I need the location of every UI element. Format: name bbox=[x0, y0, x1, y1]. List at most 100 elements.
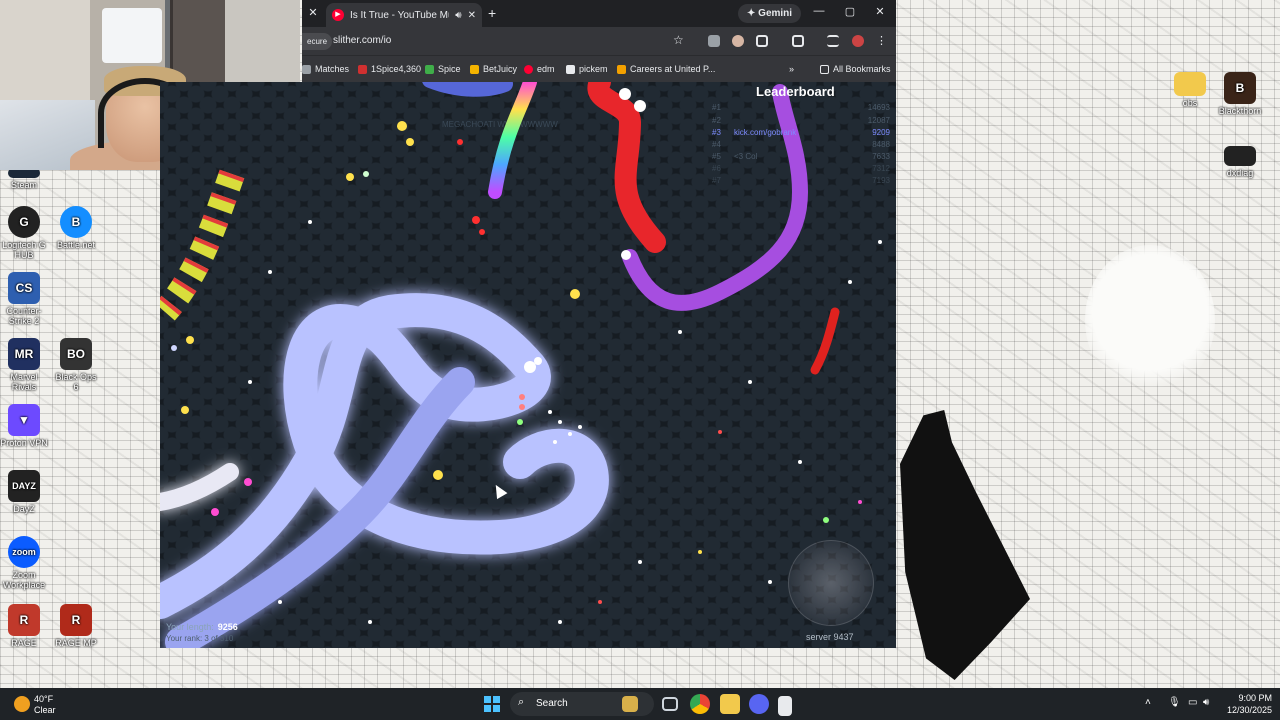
bookmark-pickem[interactable]: pickem bbox=[566, 64, 608, 74]
bookmark-label: 1Spice4,360 bbox=[371, 64, 422, 74]
gemini-button[interactable]: ✦ Gemini bbox=[738, 4, 802, 23]
dxdiag-icon bbox=[1224, 146, 1256, 166]
volume-icon[interactable]: 🔊︎ bbox=[1203, 697, 1209, 708]
clock-time[interactable]: 9:00 PM bbox=[1216, 693, 1272, 703]
desktop-icon-steam[interactable]: Steam bbox=[0, 168, 48, 190]
folder-icon bbox=[1174, 72, 1206, 96]
weather-temperature[interactable]: 40°F bbox=[34, 694, 53, 704]
bookmark-matches[interactable]: Matches bbox=[302, 64, 349, 74]
black-ops-icon: BO bbox=[60, 338, 92, 370]
bookmark-spice[interactable]: Spice bbox=[425, 64, 461, 74]
desktop-icon-label: DayZ bbox=[13, 504, 35, 514]
windows-start-icon[interactable] bbox=[484, 696, 500, 712]
bookmarks-overflow-chevron-icon[interactable]: » bbox=[789, 64, 794, 74]
taskbar-search[interactable]: ⌕ Search bbox=[510, 692, 654, 716]
puzzle-icon[interactable] bbox=[756, 35, 768, 47]
weather-moon-icon[interactable] bbox=[14, 696, 30, 712]
leaderboard-rank: #2 bbox=[712, 116, 721, 125]
bookmark-careers[interactable]: Careers at United P... bbox=[617, 64, 715, 74]
speaker-icon[interactable]: 🔊︎ bbox=[455, 10, 461, 21]
maximize-button[interactable]: ▢ bbox=[842, 5, 858, 18]
leaderboard-rank: #4 bbox=[712, 140, 721, 149]
bookmark-icon bbox=[566, 64, 575, 74]
new-tab-button[interactable]: + bbox=[488, 5, 496, 21]
all-bookmarks-button[interactable]: All Bookmarks bbox=[820, 64, 891, 74]
tab-close-icon[interactable]: ✕ bbox=[468, 10, 476, 21]
bookmark-edm[interactable]: edm bbox=[524, 64, 555, 74]
tab-youtube-music[interactable]: ▶ Is It True - YouTube Music 🔊︎ ✕ bbox=[326, 3, 482, 27]
dayz-icon: DAYZ bbox=[8, 470, 40, 502]
network-icon[interactable]: ▭ bbox=[1188, 697, 1197, 708]
small-red-snake bbox=[810, 307, 840, 375]
battlenet-icon: B bbox=[60, 206, 92, 238]
search-highlight-icon bbox=[622, 696, 638, 712]
minimap bbox=[788, 540, 874, 626]
desktop-icon-marvel-rivals[interactable]: MR Marvel Rivals bbox=[0, 338, 48, 392]
desktop-icon-proton-vpn[interactable]: ▼ Proton VPN bbox=[0, 404, 48, 448]
desktop-icon-rage[interactable]: R RAGE bbox=[0, 604, 48, 648]
desktop-icon-label: dxdiag bbox=[1226, 168, 1254, 178]
slither-game-canvas[interactable]: MEGACHOATI WWWWWWWW Leaderboard #1 14693… bbox=[160, 82, 896, 648]
blue-snake bbox=[422, 82, 513, 97]
leaderboard-score: 7193 bbox=[872, 176, 890, 185]
desktop-icon-logitech[interactable]: G Logitech G HUB bbox=[0, 206, 48, 260]
bookmark-icon bbox=[470, 64, 479, 74]
profile-avatar[interactable] bbox=[852, 35, 864, 47]
leaderboard-score: 9209 bbox=[872, 128, 890, 137]
chrome-icon[interactable] bbox=[690, 694, 710, 714]
weather-condition[interactable]: Clear bbox=[34, 705, 56, 715]
leaderboard-score: 12087 bbox=[867, 116, 890, 125]
bookmark-icon bbox=[425, 64, 434, 74]
player-snake bbox=[160, 293, 609, 648]
desktop-icon-zoom[interactable]: zoom Zoom Workplace bbox=[0, 536, 48, 590]
desktop-icon-black-ops[interactable]: BO Black Ops 6 bbox=[52, 338, 100, 392]
extension-icon[interactable] bbox=[708, 35, 720, 47]
bookmark-star-icon[interactable]: ☆ bbox=[673, 33, 684, 47]
bookmark-icon bbox=[358, 64, 367, 74]
leaderboard-rank: #3 bbox=[712, 128, 721, 137]
bookmark-betjuicy[interactable]: BetJuicy bbox=[470, 64, 517, 74]
folder-icon bbox=[820, 64, 829, 74]
desktop-icon-dxdiag[interactable]: dxdiag bbox=[1216, 146, 1264, 178]
purple-snake-eye bbox=[621, 250, 631, 260]
leaderboard-score: 8488 bbox=[872, 140, 890, 149]
sparkle-icon: ✦ bbox=[747, 8, 759, 19]
bookmark-1spice[interactable]: 1Spice4,360 bbox=[358, 64, 421, 74]
desktop-icon-battlenet[interactable]: B Battle.net bbox=[52, 206, 100, 250]
app-icon[interactable] bbox=[778, 696, 792, 716]
desktop-icon-blackthorn[interactable]: B Blackthorn bbox=[1216, 72, 1264, 116]
close-icon[interactable]: ✕ bbox=[306, 6, 320, 20]
leaderboard-name: <3 Col bbox=[734, 152, 758, 161]
site-security-chip[interactable]: ecure bbox=[302, 33, 333, 50]
desktop-icon-label: RAGE bbox=[11, 638, 37, 648]
desktop-icon-label: Proton VPN bbox=[0, 438, 48, 448]
leaderboard-rank: #1 bbox=[712, 103, 721, 112]
desktop-icon-dayz[interactable]: DAYZ DayZ bbox=[0, 470, 48, 514]
clock-date[interactable]: 12/30/2025 bbox=[1216, 705, 1272, 715]
file-explorer-icon[interactable] bbox=[720, 694, 740, 714]
desktop-icon-label: Counter-Strike 2 bbox=[6, 306, 42, 326]
desktop-icon-rage-mp[interactable]: R RAGE MP bbox=[52, 604, 100, 648]
sidepanel-icon[interactable] bbox=[792, 35, 804, 47]
minimize-button[interactable]: — bbox=[811, 5, 827, 17]
desktop-icon-folder[interactable]: obs bbox=[1166, 72, 1214, 108]
task-view-icon[interactable] bbox=[662, 697, 678, 711]
microphone-icon[interactable]: 🎙︎ bbox=[1168, 697, 1181, 708]
window-close-button[interactable]: ✕ bbox=[872, 5, 888, 18]
bookmark-icon bbox=[524, 64, 533, 74]
leaderboard-rank: #7 bbox=[712, 176, 721, 185]
extension-icon[interactable] bbox=[732, 35, 744, 47]
address-bar[interactable]: ecure slither.com/io ☆ ⋮ bbox=[302, 27, 896, 55]
url-text[interactable]: slither.com/io bbox=[333, 35, 391, 46]
bookmark-icon bbox=[302, 64, 311, 74]
menu-icon[interactable]: ⋮ bbox=[876, 35, 888, 47]
search-label: Search bbox=[536, 698, 568, 709]
chevron-up-icon[interactable]: ˄ bbox=[1145, 697, 1151, 708]
media-icon[interactable] bbox=[827, 35, 839, 47]
desktop-icon-cs2[interactable]: CS Counter-Strike 2 bbox=[0, 272, 48, 326]
discord-icon[interactable] bbox=[749, 694, 769, 714]
rainbow-snake bbox=[488, 82, 537, 199]
desktop-icon-label: RAGE MP bbox=[55, 638, 97, 648]
leaderboard-name: kick.com/gobrank bbox=[734, 128, 797, 137]
desktop-icon-label: Battle.net bbox=[56, 240, 96, 250]
